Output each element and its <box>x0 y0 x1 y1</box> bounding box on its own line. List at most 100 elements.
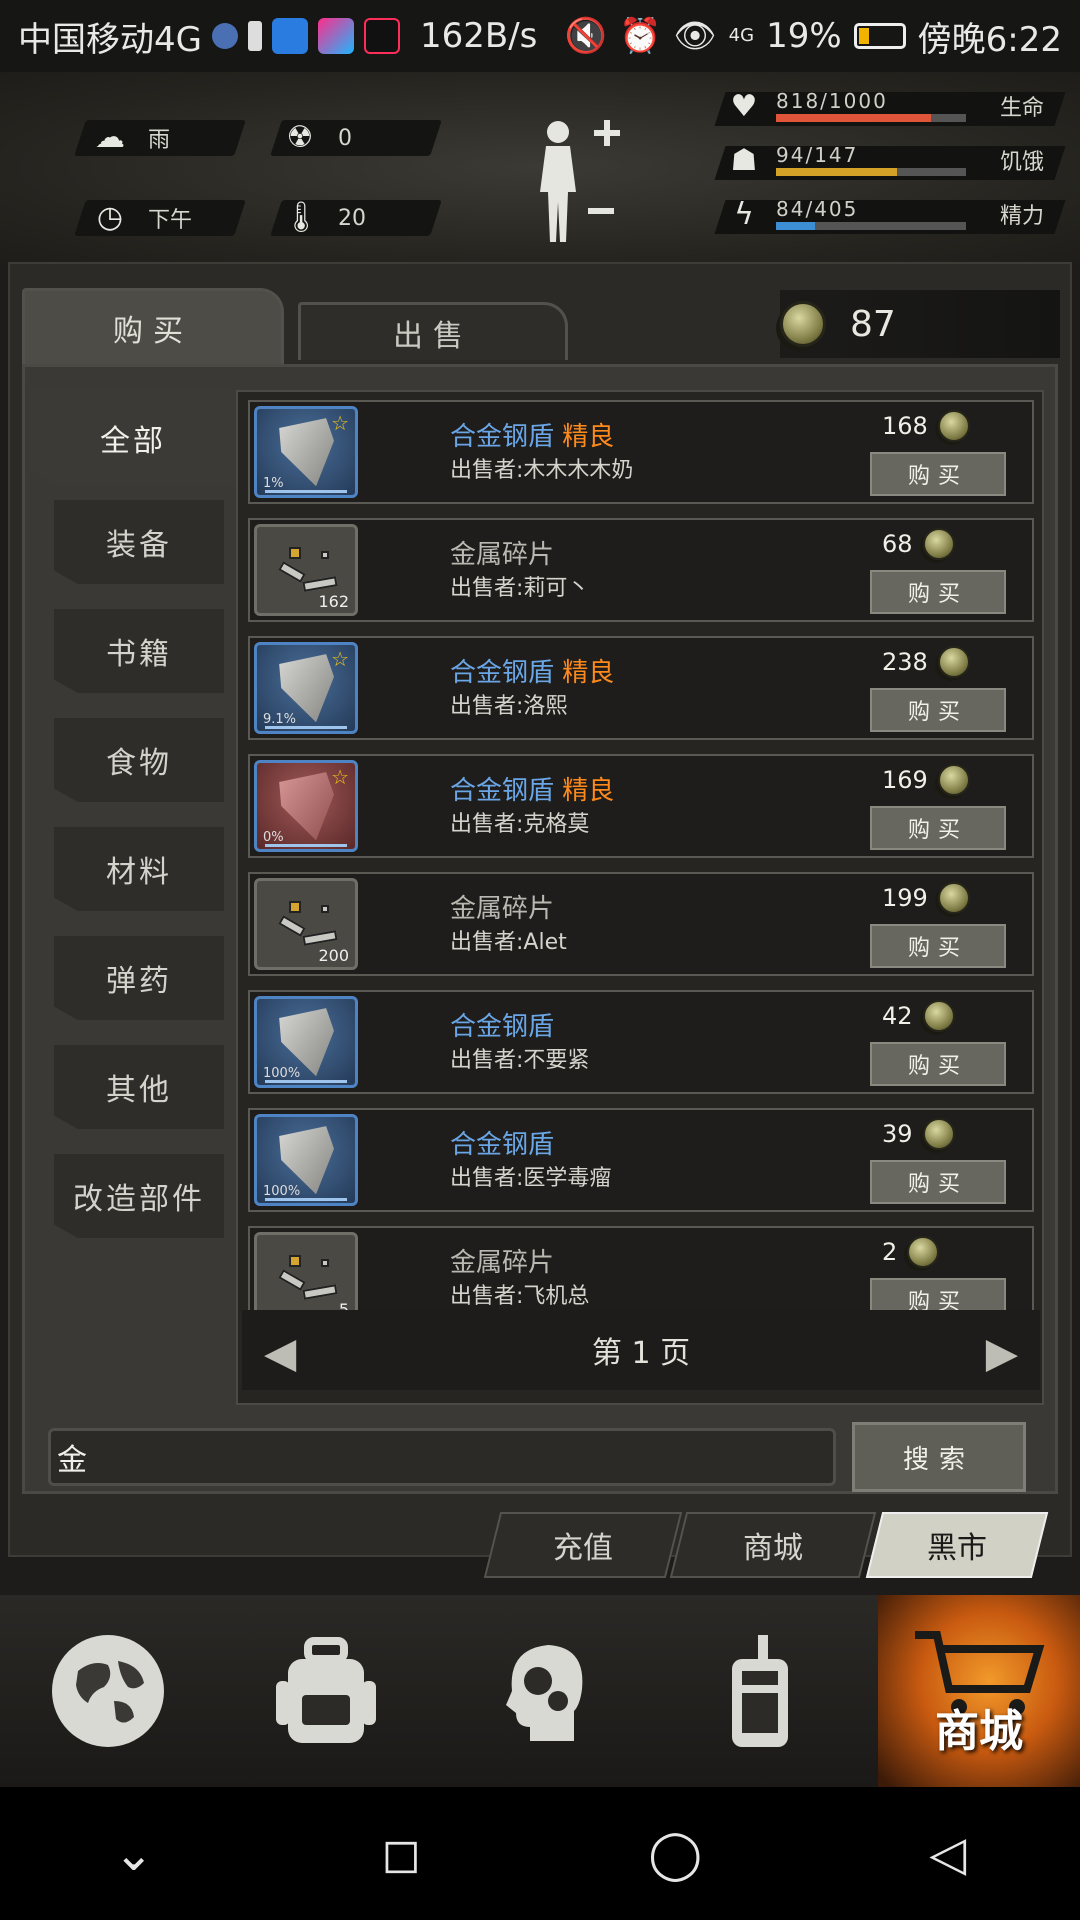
item-name: 金属碎片 <box>450 1242 554 1279</box>
tab-recharge[interactable]: 充值 <box>483 1512 683 1578</box>
shield-item-icon[interactable]: ☆ 0% <box>254 760 358 852</box>
category-item[interactable]: 书籍 <box>54 609 224 693</box>
item-name-text: 金属碎片 <box>450 540 555 570</box>
listing-row: 200 金属碎片 出售者:Alet 199 购买 <box>248 872 1034 976</box>
battery-icon <box>853 23 906 49</box>
category-item[interactable]: 弹药 <box>54 936 224 1020</box>
game-screen: 中国移动4G 162B/s 🔇 ⏰ 👁 4G 19% 傍晚6:22 ☁ 雨 ☢ <box>0 0 1080 1920</box>
buy-button[interactable]: 购买 <box>870 570 1006 614</box>
shield-item-icon[interactable]: ☆ 1% <box>254 406 358 498</box>
listing-row: ☆ 9.1% 合金钢盾 精良 出售者:洛熙 238 购买 <box>248 636 1034 740</box>
bottom-nav: 商城 <box>0 1595 1080 1787</box>
category-list: 全部装备书籍食物材料弹药其他改造部件 <box>30 390 236 1263</box>
hide-keyboard-icon[interactable]: ⌄ <box>114 1826 154 1882</box>
buy-button[interactable]: 购买 <box>870 688 1006 732</box>
item-name-text: 金属碎片 <box>450 894 555 924</box>
body-status-icon[interactable] <box>520 112 640 252</box>
listing-row: 162 金属碎片 出售者:莉可丶 68 购买 <box>248 518 1034 622</box>
hunger-value: 94/147 <box>776 143 859 167</box>
weather-text: 雨 <box>148 128 171 153</box>
energy-label: 精力 <box>1000 204 1045 229</box>
metal-scrap-icon[interactable]: 162 <box>254 524 358 616</box>
carrier-text: 中国移动4G <box>18 19 202 60</box>
price: 238 <box>882 646 970 678</box>
back-icon[interactable]: ◁ <box>929 1826 966 1882</box>
player-hud: ☁ 雨 ☢ 0 ◷ 下午 🌡 20 ♥ 818/1000 生命 ☗ 94/147… <box>0 72 1080 262</box>
shield-item-icon[interactable]: 100% <box>254 1114 358 1206</box>
price-value: 39 <box>882 1120 913 1148</box>
category-item[interactable]: 全部 <box>30 390 236 486</box>
stomach-icon: ☗ <box>730 142 758 178</box>
durability-text: 0% <box>263 830 284 845</box>
shield-item-icon[interactable]: ☆ 9.1% <box>254 642 358 734</box>
energy-bar <box>776 222 966 230</box>
coin-amount: 87 <box>850 303 896 345</box>
listing-row: 100% 合金钢盾 出售者:不要紧 42 购买 <box>248 990 1034 1094</box>
nav-world-map[interactable] <box>8 1595 208 1787</box>
clock-icon: ◷ <box>96 200 124 235</box>
seller-text: 出售者:木木木木奶 <box>450 458 634 483</box>
category-item[interactable]: 改造部件 <box>54 1154 224 1238</box>
nav-radio[interactable] <box>660 1595 860 1787</box>
nav-skills[interactable] <box>442 1595 642 1787</box>
category-item[interactable]: 装备 <box>54 500 224 584</box>
coin-icon <box>937 646 970 678</box>
price: 42 <box>882 1000 955 1032</box>
durability-text: 1% <box>263 476 284 491</box>
backpack-icon <box>276 1637 376 1743</box>
star-icon: ☆ <box>331 765 349 789</box>
tab-store[interactable]: 商城 <box>669 1512 877 1578</box>
price: 2 <box>882 1236 940 1268</box>
energy-stat: ϟ 84/405 精力 <box>714 194 1070 234</box>
health-stat: ♥ 818/1000 生命 <box>714 86 1070 126</box>
rain-cloud-icon: ☁ <box>95 120 125 155</box>
nav-shop[interactable]: 商城 <box>878 1595 1080 1787</box>
item-name-text: 合金钢盾 <box>450 776 555 806</box>
prev-page-button[interactable]: ◀ <box>264 1328 296 1377</box>
seller-text: 出售者:克格莫 <box>450 812 590 837</box>
tab-sell[interactable]: 出售 <box>298 302 568 360</box>
radiation-icon: ☢ <box>286 120 314 155</box>
buy-button[interactable]: 购买 <box>870 452 1006 496</box>
buy-button[interactable]: 购买 <box>870 1160 1006 1204</box>
pagination: ◀ 第 1 页 ▶ <box>242 1310 1040 1390</box>
radiation-value: 0 <box>338 125 352 151</box>
price-value: 42 <box>882 1002 913 1030</box>
category-item[interactable]: 材料 <box>54 827 224 911</box>
item-count: 200 <box>318 946 349 965</box>
coin-icon <box>937 882 970 914</box>
search-button[interactable]: 搜索 <box>852 1422 1026 1492</box>
quality-tag: 精良 <box>562 658 615 688</box>
buy-button[interactable]: 购买 <box>870 1042 1006 1086</box>
coin-icon <box>937 410 970 442</box>
category-item[interactable]: 食物 <box>54 718 224 802</box>
listing-row: ☆ 1% 合金钢盾 精良 出售者:木木木木奶 168 购买 <box>248 400 1034 504</box>
listing-list: ☆ 1% 合金钢盾 精良 出售者:木木木木奶 168 购买 162 金属碎片 出售者:莉可丶 68… <box>236 390 1044 1405</box>
search-input[interactable]: 金 <box>48 1428 836 1486</box>
price: 199 <box>882 882 970 914</box>
kugou-app-icon <box>271 18 308 54</box>
item-name: 金属碎片 <box>450 888 554 925</box>
price-value: 169 <box>882 766 928 794</box>
home-icon[interactable]: ◯ <box>648 1826 702 1882</box>
buy-button[interactable]: 购买 <box>870 806 1006 850</box>
heart-icon: ♥ <box>730 88 758 124</box>
tab-black-market[interactable]: 黑市 <box>865 1512 1049 1578</box>
battery-percent: 19% <box>766 16 842 56</box>
category-item[interactable]: 其他 <box>54 1045 224 1129</box>
tab-buy[interactable]: 购买 <box>22 288 284 364</box>
nav-backpack[interactable] <box>226 1595 426 1787</box>
weather-indicator: ☁ 雨 <box>92 120 170 156</box>
shield-item-icon[interactable]: 100% <box>254 996 358 1088</box>
coin-icon <box>922 528 955 560</box>
temperature-indicator: 🌡 20 <box>282 200 366 236</box>
next-page-button[interactable]: ▶ <box>986 1328 1018 1377</box>
recents-icon[interactable]: ◻ <box>381 1826 421 1882</box>
nav-shop-label: 商城 <box>935 1706 1023 1757</box>
time-of-day-indicator: ◷ 下午 <box>92 200 192 236</box>
metal-scrap-icon[interactable]: 200 <box>254 878 358 970</box>
price: 39 <box>882 1118 955 1150</box>
item-name-text: 合金钢盾 <box>450 422 555 452</box>
buy-button[interactable]: 购买 <box>870 924 1006 968</box>
item-name-text: 合金钢盾 <box>450 1012 555 1042</box>
